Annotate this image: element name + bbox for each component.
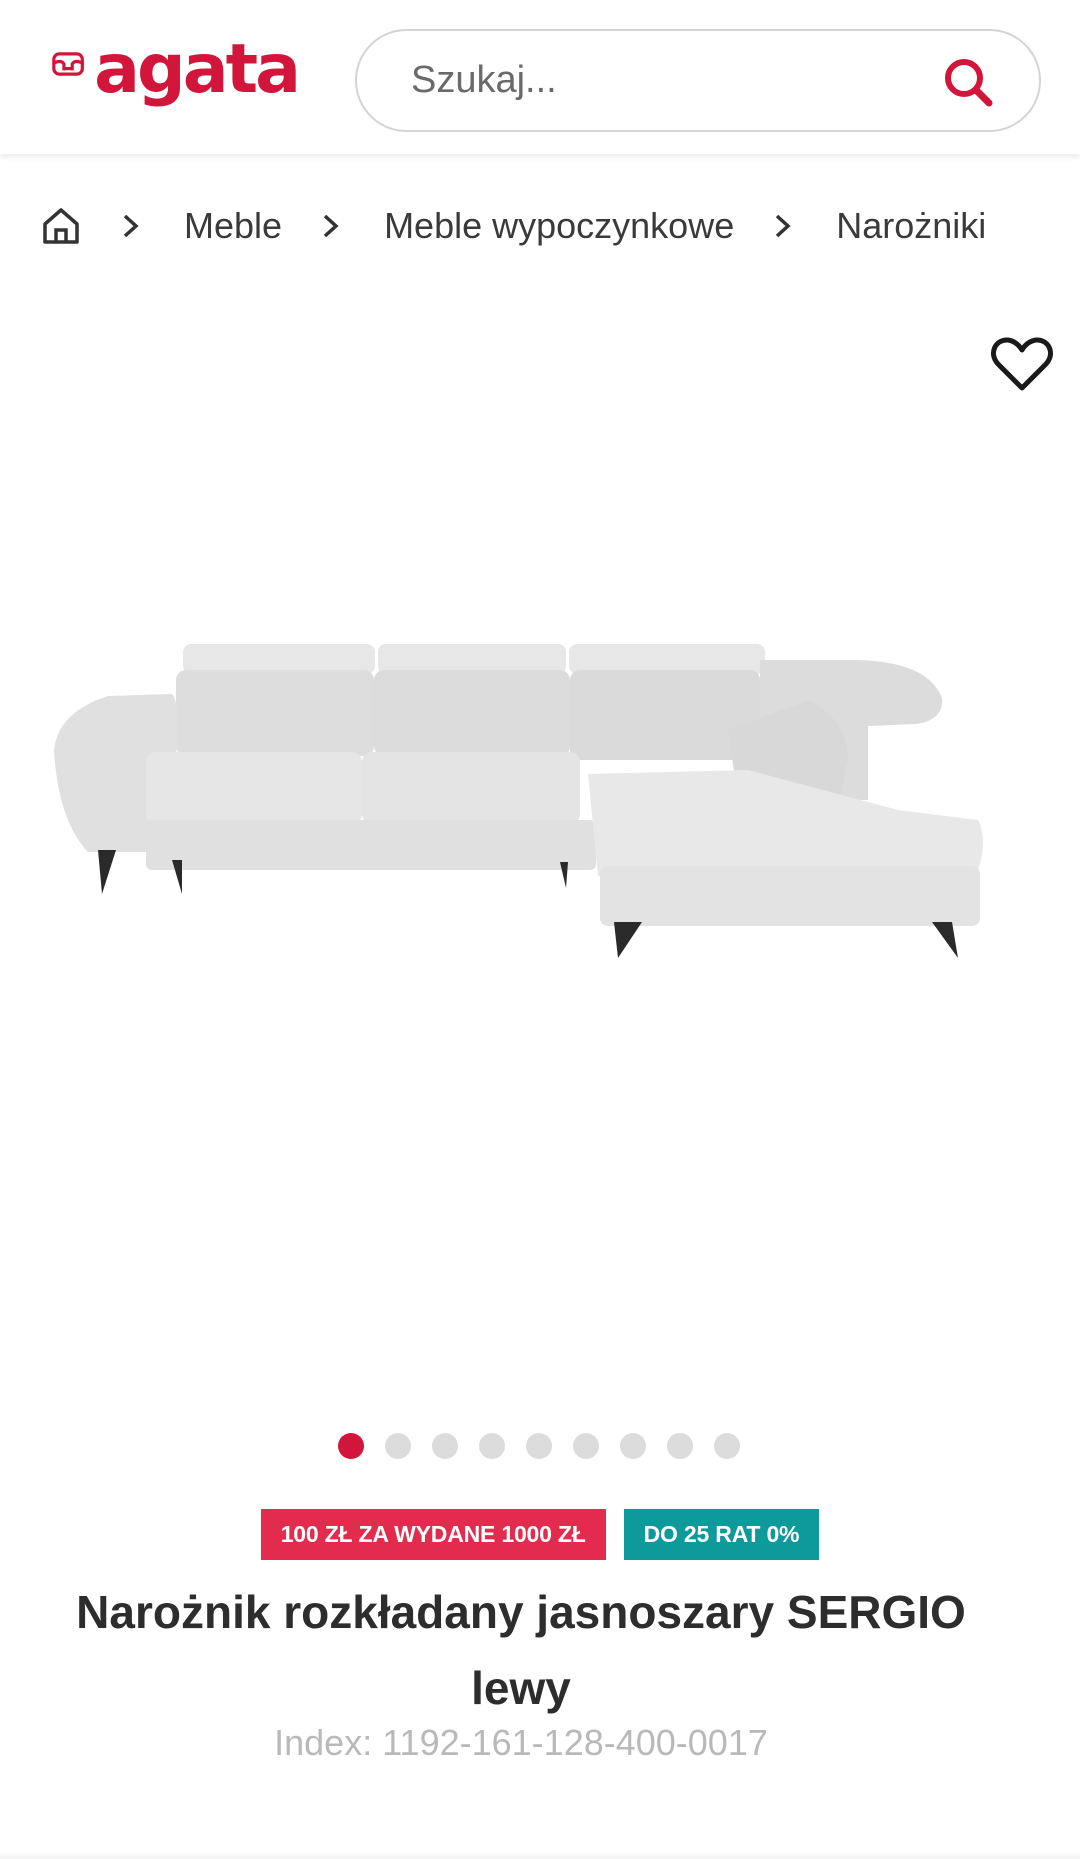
product-index: Index: 1192-161-128-400-0017 <box>274 1722 768 1763</box>
search-box[interactable] <box>355 29 1041 132</box>
product-title: Narożnik rozkładany jasnoszary SERGIO le… <box>76 1586 966 1714</box>
search-icon[interactable] <box>941 55 995 109</box>
breadcrumb-item-meble-wypoczynkowe[interactable]: Meble wypoczynkowe <box>384 205 734 247</box>
sofa-logo-icon <box>52 52 84 76</box>
search-input[interactable] <box>411 59 881 102</box>
gallery-dot[interactable] <box>385 1433 411 1459</box>
gallery-dot[interactable] <box>432 1433 458 1459</box>
site-header: agata <box>0 0 1080 154</box>
chevron-right-icon <box>123 214 139 238</box>
promo-badges: 100 ZŁ ZA WYDANE 1000 ZŁ DO 25 RAT 0% <box>0 1509 1080 1560</box>
breadcrumb-item-meble[interactable]: Meble <box>184 205 282 247</box>
breadcrumb-item-narozniki[interactable]: Narożniki <box>836 205 986 247</box>
logo-wordmark: agata <box>94 30 301 109</box>
sofa-illustration <box>54 644 983 958</box>
chevron-right-icon <box>323 214 339 238</box>
agata-logo[interactable]: agata <box>52 30 301 130</box>
gallery-dot[interactable] <box>667 1433 693 1459</box>
promo-badge-cashback: 100 ZŁ ZA WYDANE 1000 ZŁ <box>260 1509 606 1560</box>
gallery-dot[interactable] <box>338 1433 364 1459</box>
gallery-dot[interactable] <box>526 1433 552 1459</box>
gallery-dot[interactable] <box>620 1433 646 1459</box>
gallery-dot[interactable] <box>573 1433 599 1459</box>
promo-badge-installments: DO 25 RAT 0% <box>623 1509 820 1560</box>
chevron-right-icon <box>776 214 791 238</box>
bottom-divider <box>0 1851 1080 1859</box>
gallery-dot[interactable] <box>479 1433 505 1459</box>
product-photo[interactable] <box>48 640 1032 1040</box>
gallery-pagination <box>338 1433 761 1459</box>
breadcrumb: Meble Meble wypoczynkowe Narożniki <box>40 196 986 256</box>
heart-outline-icon[interactable] <box>990 336 1054 392</box>
gallery-dot[interactable] <box>714 1433 740 1459</box>
home-icon[interactable] <box>40 205 82 247</box>
